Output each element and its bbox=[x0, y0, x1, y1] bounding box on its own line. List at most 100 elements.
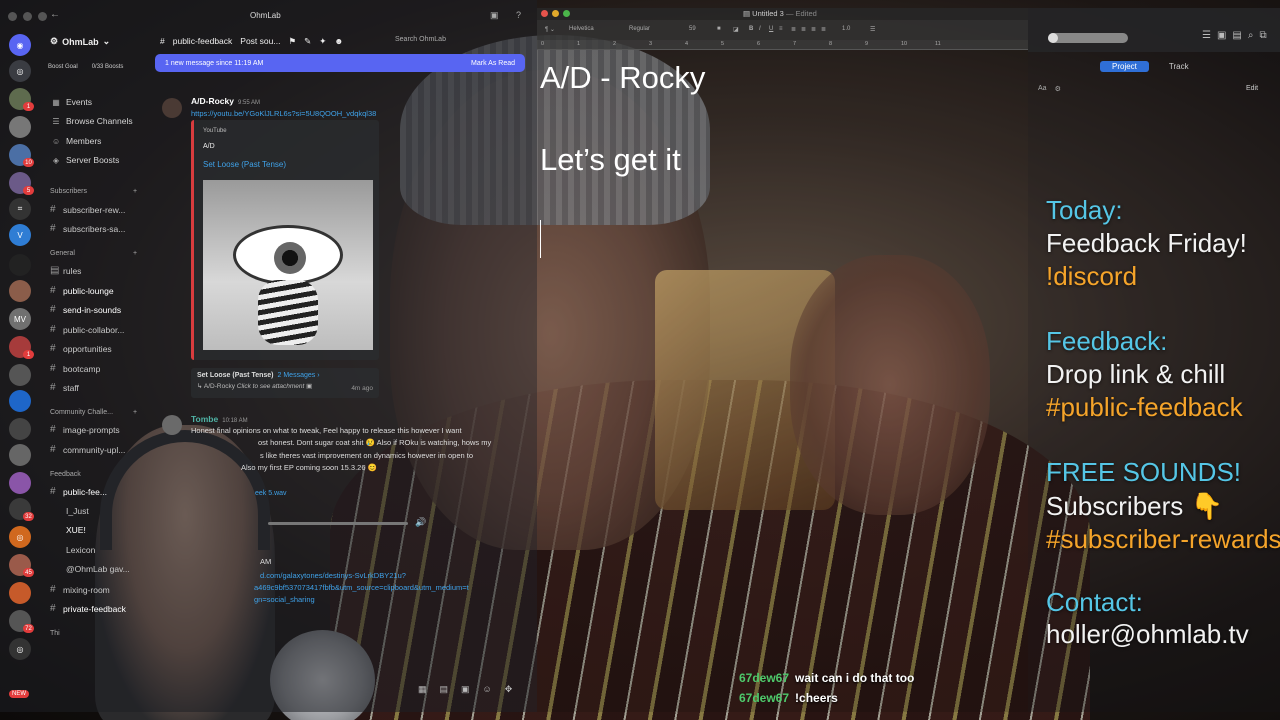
highlight-icon[interactable]: ◪ bbox=[733, 26, 739, 33]
mark-as-read-button[interactable]: Mark As Read bbox=[471, 60, 515, 67]
master-volume-slider[interactable] bbox=[1048, 33, 1128, 43]
inbox-icon[interactable]: ▣ bbox=[490, 10, 499, 21]
close-window-button[interactable] bbox=[8, 11, 17, 21]
server-header[interactable]: ⚙ OhmLab ⌄ bbox=[50, 36, 110, 47]
help-icon[interactable]: ? bbox=[516, 10, 521, 20]
server-icon[interactable] bbox=[9, 254, 31, 276]
add-channel-icon[interactable]: + bbox=[133, 250, 137, 257]
ruler[interactable]: 0 1 2 3 4 5 6 7 8 9 10 11 bbox=[537, 40, 1028, 50]
avatar[interactable] bbox=[162, 98, 182, 118]
sticker-icon[interactable]: ▣ bbox=[461, 684, 470, 695]
zoom-window-button[interactable] bbox=[38, 11, 47, 21]
video-thumbnail[interactable] bbox=[203, 180, 373, 350]
crop-icon[interactable]: ⌗ bbox=[9, 198, 31, 220]
nav-events[interactable]: ▦ Events bbox=[52, 97, 92, 107]
server-icon[interactable] bbox=[9, 280, 31, 302]
minimize-window-button[interactable] bbox=[552, 10, 559, 17]
server-icon[interactable] bbox=[9, 116, 31, 138]
tab-track[interactable]: Track bbox=[1157, 61, 1201, 72]
font-family-select[interactable]: Helvetica bbox=[569, 26, 594, 32]
server-icon[interactable] bbox=[9, 582, 31, 604]
thread-count[interactable]: 2 Messages › bbox=[278, 372, 320, 379]
channel-send-in-sounds[interactable]: # send-in-sounds bbox=[50, 304, 121, 315]
embed-author[interactable]: A/D bbox=[203, 143, 215, 150]
line-spacing-select[interactable]: 1.0 bbox=[842, 26, 850, 32]
font-size-button[interactable]: Aa bbox=[1038, 85, 1047, 93]
channel-subscriber-rewards[interactable]: # subscriber-rew... bbox=[50, 204, 125, 215]
thread-ohmlab[interactable]: @OhmLab gav... bbox=[66, 564, 130, 574]
pin-icon[interactable]: ✦ bbox=[319, 36, 326, 47]
document-line-1[interactable]: A/D - Rocky bbox=[540, 60, 705, 96]
embed-title[interactable]: Set Loose (Past Tense) bbox=[203, 160, 286, 169]
tab-project[interactable]: Project bbox=[1100, 61, 1149, 72]
threads-icon[interactable]: ⚑ bbox=[288, 36, 296, 47]
server-icon[interactable] bbox=[9, 444, 31, 466]
message-link[interactable]: d.com/galaxytones/destinys-SvLrkDBY21u? bbox=[260, 571, 406, 580]
server-icon[interactable]: ◎ bbox=[9, 638, 31, 660]
server-icon[interactable] bbox=[9, 418, 31, 440]
list-icon[interactable]: ☰ bbox=[870, 26, 875, 33]
align-center-icon[interactable]: ≣ bbox=[801, 26, 806, 33]
channel-mixing-room[interactable]: # mixing-room bbox=[50, 584, 110, 595]
paragraph-style-icon[interactable]: ¶ ⌄ bbox=[545, 26, 555, 33]
edit-button[interactable]: Edit bbox=[1246, 85, 1258, 92]
audio-attachment-name[interactable]: eek 5.wav bbox=[255, 490, 287, 497]
new-messages-banner[interactable]: 1 new message since 11:19 AM Mark As Rea… bbox=[155, 54, 525, 72]
mute-icon[interactable]: ✎ bbox=[304, 36, 311, 47]
thread-i-just[interactable]: I_Just bbox=[66, 506, 89, 516]
gift-icon[interactable]: ▦ bbox=[418, 684, 427, 695]
message-author[interactable]: Tombe 10:18 AM bbox=[191, 414, 248, 424]
thread-lexicon[interactable]: Lexicon bbox=[66, 545, 95, 555]
thread-xuei[interactable]: XUE! bbox=[66, 525, 86, 535]
align-right-icon[interactable]: ≣ bbox=[811, 26, 816, 33]
nav-server-boosts[interactable]: ◈ Server Boosts bbox=[52, 155, 119, 165]
text-color-swatch[interactable]: ■ bbox=[717, 26, 721, 32]
minimize-window-button[interactable] bbox=[23, 11, 32, 21]
add-channel-icon[interactable]: + bbox=[133, 409, 137, 416]
volume-icon[interactable]: 🔊 bbox=[415, 517, 426, 528]
channel-subscribers-sa[interactable]: # subscribers-sa... bbox=[50, 223, 125, 234]
apps-icon[interactable]: ✥ bbox=[505, 684, 513, 695]
document-line-2[interactable]: Let’s get it bbox=[540, 142, 681, 178]
server-icon[interactable] bbox=[9, 364, 31, 386]
gif-icon[interactable]: ▤ bbox=[440, 684, 449, 695]
category-subscribers[interactable]: Subscribers + bbox=[50, 188, 137, 195]
message-link[interactable]: https://youtu.be/YGoKlJLRL6s?si=5U8QOOH_… bbox=[191, 109, 376, 118]
message-author[interactable]: A/D-Rocky 9:55 AM bbox=[191, 96, 260, 106]
list-view-icon[interactable]: ☰ bbox=[1202, 30, 1211, 41]
thread-preview[interactable]: Set Loose (Past Tense) 2 Messages › ↳ A/D… bbox=[191, 368, 379, 398]
category-community[interactable]: Community Challe... + bbox=[50, 409, 137, 416]
channel-public-collabor[interactable]: # public-collabor... bbox=[50, 324, 124, 335]
editor-view-icon[interactable]: ▣ bbox=[1217, 30, 1226, 41]
server-icon[interactable]: MV bbox=[9, 308, 31, 330]
channel-rules[interactable]: ▤ rules bbox=[50, 265, 81, 276]
emoji-icon[interactable]: ☺ bbox=[483, 684, 492, 695]
add-channel-icon[interactable]: + bbox=[133, 188, 137, 195]
zoom-window-button[interactable] bbox=[563, 10, 570, 17]
category-feedback[interactable]: Feedback bbox=[50, 471, 81, 478]
audio-progress[interactable] bbox=[268, 522, 408, 525]
nav-browse-channels[interactable]: ☰ Browse Channels bbox=[52, 116, 132, 126]
channel-community-upl[interactable]: # community-upl... bbox=[50, 444, 125, 455]
note-pad-icon[interactable]: ▤ bbox=[1232, 30, 1241, 41]
search-input[interactable]: Search OhmLab bbox=[390, 33, 520, 47]
category-truncated[interactable]: Thi bbox=[50, 630, 60, 637]
strikethrough-button[interactable]: ≡ bbox=[779, 26, 783, 32]
discord-home-icon[interactable]: ◉ bbox=[9, 34, 31, 56]
channel-staff[interactable]: # staff bbox=[50, 382, 79, 393]
back-arrow-icon[interactable]: ← bbox=[50, 9, 60, 20]
browser-icon[interactable]: ⧉ bbox=[1259, 30, 1266, 41]
bold-button[interactable]: B bbox=[749, 26, 753, 32]
settings-icon[interactable]: ⚙ bbox=[1055, 85, 1061, 93]
post-sounds-link[interactable]: Post sou... bbox=[240, 36, 280, 46]
search-icon[interactable]: ⌕ bbox=[1248, 30, 1254, 41]
justify-icon[interactable]: ≣ bbox=[821, 26, 826, 33]
font-size-field[interactable]: 59 bbox=[689, 26, 696, 32]
channel-opportunities[interactable]: # opportunities bbox=[50, 343, 112, 354]
category-general[interactable]: General + bbox=[50, 250, 137, 257]
channel-private-feedback[interactable]: # private-feedback bbox=[50, 603, 126, 614]
underline-button[interactable]: U bbox=[769, 26, 773, 32]
boost-goal[interactable]: Boost Goal 0/33 Boosts bbox=[48, 64, 123, 70]
channel-image-prompts[interactable]: # image-prompts bbox=[50, 424, 120, 435]
font-style-select[interactable]: Regular bbox=[629, 26, 650, 32]
